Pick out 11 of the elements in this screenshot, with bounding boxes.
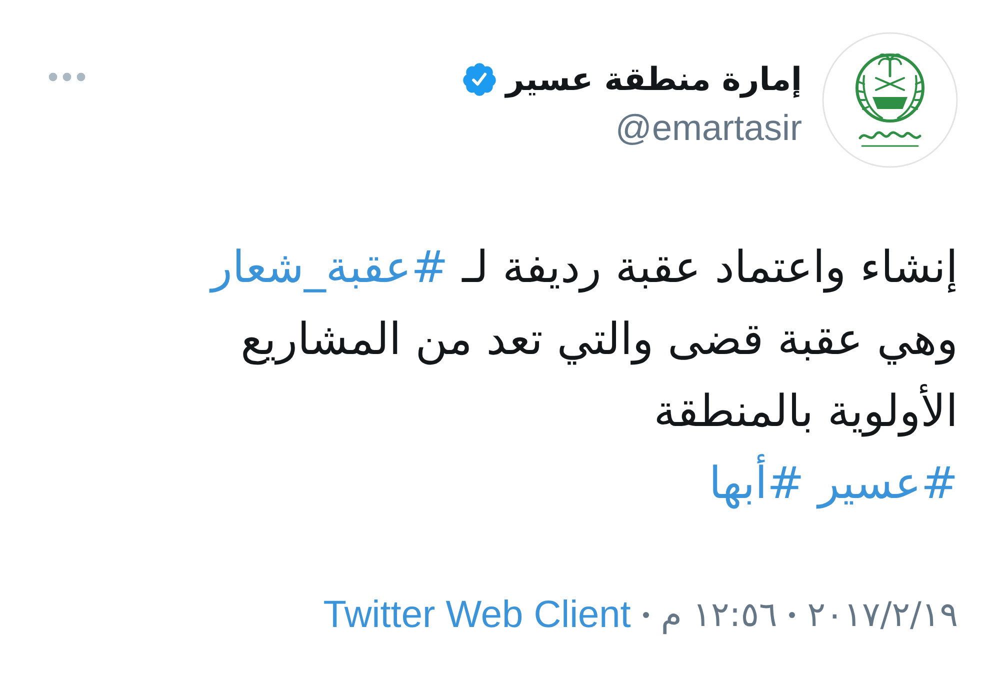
tweet-date: ٢٠١٧/٢/١٩	[807, 594, 958, 637]
hashtag-link[interactable]: #عقبة_شعار	[211, 242, 448, 293]
tweet-text: إنشاء واعتماد عقبة رديفة لـ #عقبة_شعار وهي عقبة قضى والتي تعد من المشاريع الأولوية بالمنطقة #عسير #أبها	[210, 241, 958, 511]
avatar-emblem[interactable]	[822, 32, 958, 168]
account-name: إمارة منطقة عسير	[506, 59, 802, 100]
account-handle: @emartasir	[615, 106, 802, 150]
hashtag-link[interactable]: #عسير	[818, 458, 958, 509]
separator-dot-icon	[642, 612, 649, 618]
separator-dot-icon	[789, 612, 796, 618]
source-link[interactable]: Twitter Web Client	[323, 592, 631, 638]
tweet-time: ١٢:٥٦ م	[660, 594, 778, 637]
